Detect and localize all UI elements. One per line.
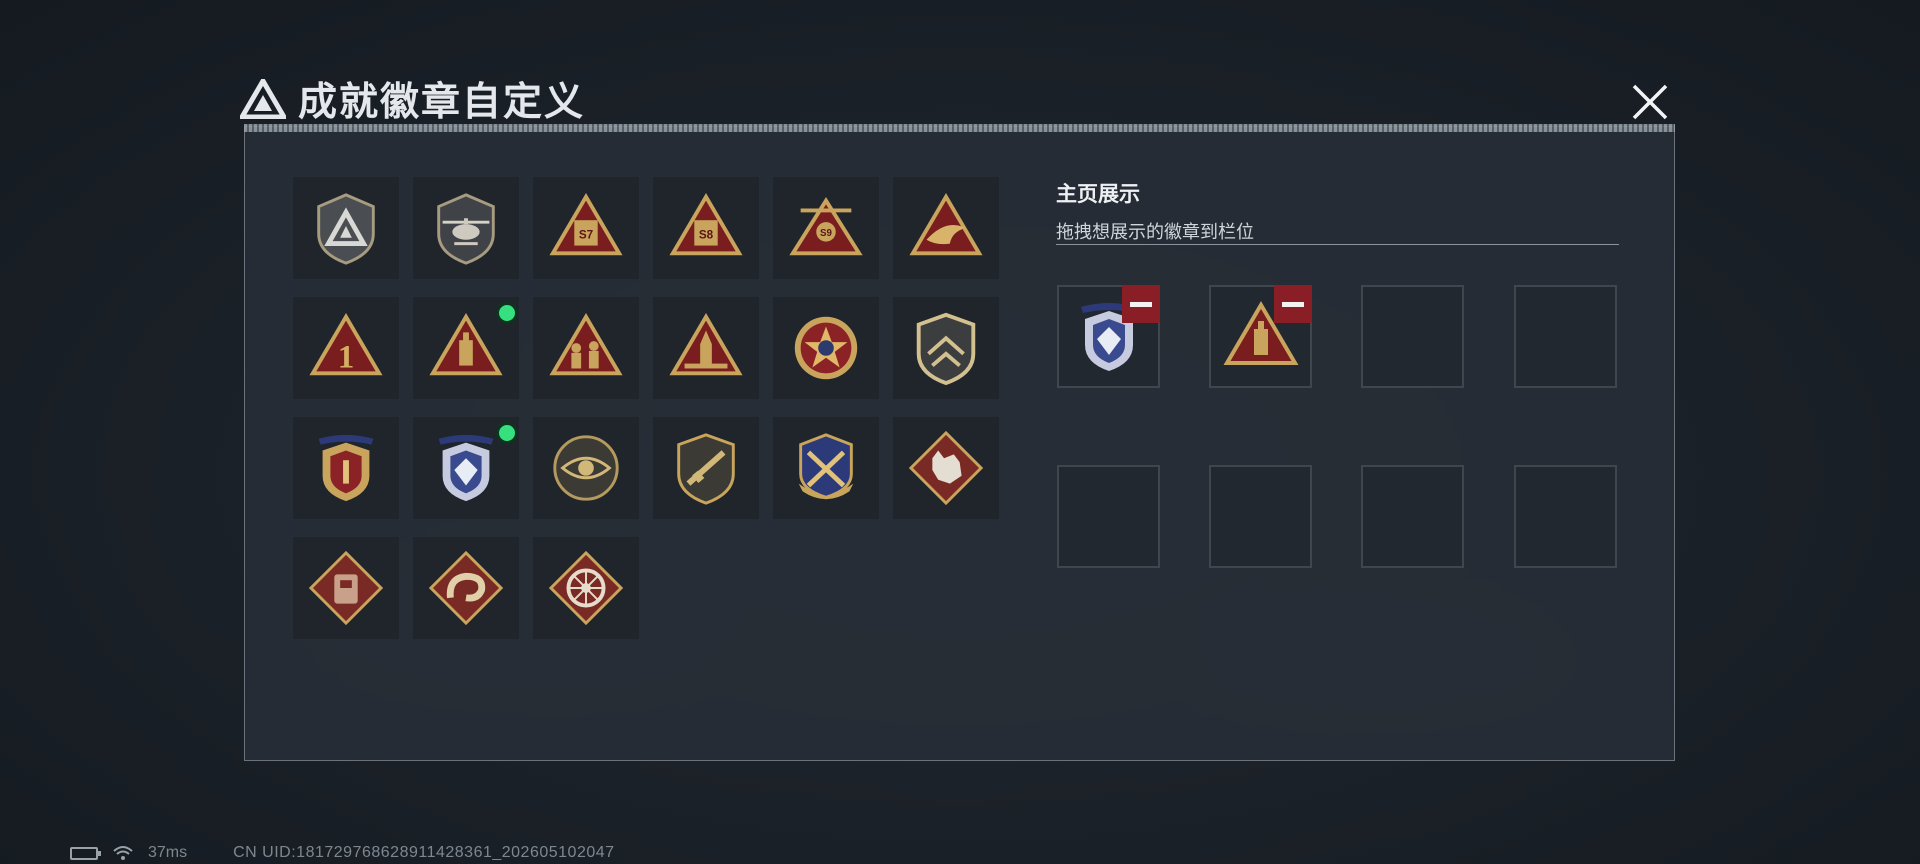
badge-tower[interactable] (412, 296, 520, 400)
badge-number-one[interactable]: 1 (292, 296, 400, 400)
badge-crossed-shield[interactable] (772, 416, 880, 520)
display-slot-5[interactable] (1057, 465, 1160, 568)
dialog-header: 成就徽章自定义 (240, 72, 585, 126)
remove-badge-button[interactable] (1274, 285, 1312, 323)
s8-triangle-icon: S8 (669, 192, 743, 256)
homepage-display-section: 主页展示 拖拽想展示的徽章到栏位 (1056, 178, 1619, 245)
display-slot-6[interactable] (1209, 465, 1312, 568)
eye-emblem-icon (553, 435, 619, 501)
remove-badge-button[interactable] (1122, 285, 1160, 323)
svg-text:S9: S9 (820, 228, 833, 239)
gold-crest-icon (318, 434, 374, 502)
badge-rifle-shield[interactable] (652, 416, 760, 520)
minus-icon (1282, 301, 1304, 307)
soldiers-triangle-icon (549, 312, 623, 376)
panel-header-divider (244, 124, 1675, 132)
tower-triangle-icon (429, 312, 503, 376)
uid-text: CN UID:18172976862891142836​1_2026051020… (233, 844, 615, 861)
chevron-shield-icon (916, 312, 976, 386)
ping-value: 37ms (148, 844, 188, 861)
badge-wing[interactable] (892, 176, 1000, 280)
svg-text:S8: S8 (699, 229, 714, 242)
display-slot-8[interactable] (1514, 465, 1617, 568)
badge-vest[interactable] (292, 536, 400, 640)
badge-s9[interactable]: S9 (772, 176, 880, 280)
page-title: 成就徽章自定义 (298, 81, 586, 124)
rifle-shield-icon (677, 433, 735, 505)
display-subtitle: 拖拽想展示的徽章到栏位 (1056, 222, 1254, 242)
badge-s7[interactable]: S7 (532, 176, 640, 280)
crossed-weapons-crest-icon (798, 433, 854, 500)
rocket-triangle-icon (669, 312, 743, 376)
display-slot-3[interactable] (1361, 285, 1464, 388)
badge-rocket[interactable] (652, 296, 760, 400)
display-slot-2[interactable] (1209, 285, 1312, 388)
badge-star-medal[interactable] (772, 296, 880, 400)
new-indicator (499, 425, 515, 441)
wifi-icon (113, 846, 133, 860)
badge-wolf[interactable] (892, 416, 1000, 520)
s7-triangle-icon: S7 (549, 192, 623, 256)
vest-diamond-icon (308, 550, 384, 626)
badge-diamond-crest[interactable] (412, 416, 520, 520)
svg-text:1: 1 (338, 339, 355, 376)
divider (1056, 244, 1619, 245)
diamond-crest-icon (438, 434, 494, 502)
number-one-triangle-icon: 1 (309, 312, 383, 376)
wheel-diamond-icon (548, 550, 624, 626)
close-icon (1632, 84, 1668, 120)
badge-eye[interactable] (532, 416, 640, 520)
wolf-diamond-icon (908, 430, 984, 506)
triangle-logo-icon (240, 76, 286, 122)
svg-text:S7: S7 (579, 229, 593, 242)
badge-wheel[interactable] (532, 536, 640, 640)
minus-icon (1130, 301, 1152, 307)
badge-helicopter[interactable] (412, 176, 520, 280)
battery-icon (70, 846, 101, 860)
grey-shield-triangle-icon (317, 193, 375, 265)
red-star-medal-icon (794, 316, 858, 380)
new-indicator (499, 305, 515, 321)
badge-snake[interactable] (412, 536, 520, 640)
s9-triangle-icon: S9 (789, 197, 863, 256)
badge-gold-crest[interactable] (292, 416, 400, 520)
display-slot-1[interactable] (1057, 285, 1160, 388)
wing-triangle-icon (909, 192, 983, 256)
helicopter-shield-icon (437, 193, 495, 265)
display-slot-7[interactable] (1361, 465, 1464, 568)
display-title: 主页展示 (1056, 183, 1140, 206)
status-bar: 37ms CN UID:18172976862891142836​1_20260… (70, 843, 615, 863)
badge-s8[interactable]: S8 (652, 176, 760, 280)
badge-chevron-shield[interactable] (892, 296, 1000, 400)
badge-shield-logo[interactable] (292, 176, 400, 280)
display-slot-4[interactable] (1514, 285, 1617, 388)
badge-soldiers[interactable] (532, 296, 640, 400)
close-button[interactable] (1628, 80, 1672, 124)
snake-diamond-icon (428, 550, 504, 626)
